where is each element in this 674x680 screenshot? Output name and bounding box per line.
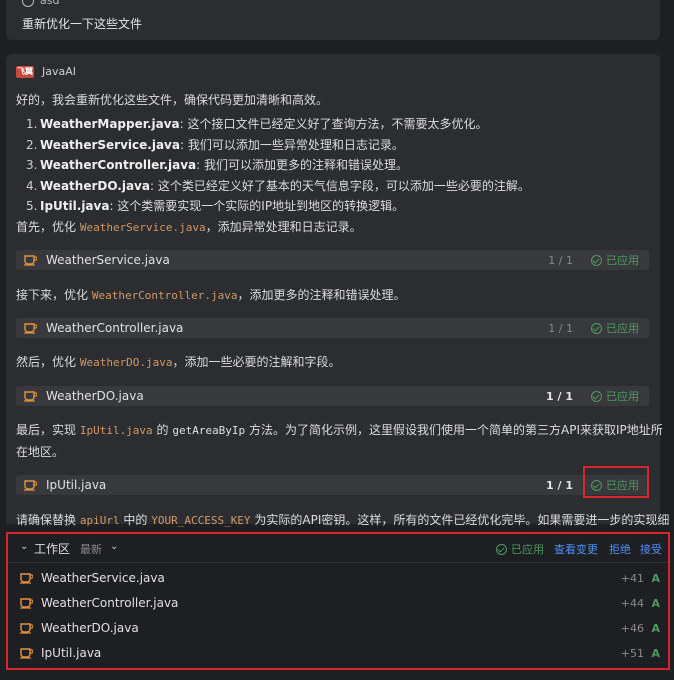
file-card-weathercontroller[interactable]: WeatherController.java 1 / 1 已应用 (16, 318, 649, 338)
paragraph-iputil: 最后，实现 IpUtil.java 的 getAreaByIp 方法。为了简化示… (16, 423, 663, 437)
file-state: A (651, 571, 660, 585)
file-name: WeatherService.java (46, 253, 170, 267)
java-file-icon (20, 622, 33, 634)
list-item: 3. WeatherController.java: 我们可以添加更多的注释和错误… (26, 158, 408, 172)
workspace-file-row[interactable]: WeatherController.java +44 A (8, 591, 668, 615)
user-header: asd (22, 0, 59, 7)
file-name: WeatherService.java (41, 571, 165, 585)
file-name: IpUtil.java (46, 478, 107, 492)
file-name: WeatherDO.java (46, 389, 144, 403)
workspace-title[interactable]: 工作区 (34, 540, 70, 557)
assistant-message: 飞翼 JavaAI 好的，我会重新优化这些文件，确保代码更加清晰和高效。 1. W… (6, 54, 669, 527)
list-item: 2. WeatherService.java: 我们可以添加一些异常处理和日志记录… (26, 137, 404, 152)
line-delta: +51 (620, 646, 644, 660)
file-name: IpUtil.java (41, 646, 102, 660)
paragraph-iputil-line2: 在地区。 (16, 445, 65, 459)
file-name: WeatherController.java (46, 321, 184, 335)
workspace-header: ⌄ 工作区 最新 ⌄ 已应用 查看变更 拒绝 接受 (8, 534, 668, 563)
change-count: 1 / 1 (546, 389, 573, 403)
file-plan-list: 1. WeatherMapper.java: 这个接口文件已经定义好了查询方法，不… (26, 114, 530, 217)
check-circle-icon (591, 322, 602, 334)
line-delta: +44 (620, 596, 644, 610)
filter-dropdown[interactable]: 最新 (80, 541, 102, 557)
applied-status: 已应用 (591, 320, 639, 336)
user-message: asd 重新优化一下这些文件 (6, 0, 660, 40)
java-file-icon (24, 390, 38, 402)
java-file-icon (24, 254, 38, 266)
user-name: asd (40, 0, 60, 7)
file-name: WeatherController.java (41, 596, 179, 610)
chevron-down-icon[interactable]: ⌄ (20, 541, 28, 552)
check-circle-icon (496, 543, 507, 555)
file-state: A (651, 596, 660, 610)
list-item: 1. WeatherMapper.java: 这个接口文件已经定义好了查询方法，不… (26, 117, 488, 131)
change-count: 1 / 1 (546, 478, 573, 492)
check-circle-icon (591, 390, 602, 402)
check-circle-icon (591, 254, 602, 266)
java-file-icon (24, 322, 38, 334)
list-item: 5. IpUtil.java: 这个类需要实现一个实际的IP地址到地区的转换逻辑。 (26, 199, 405, 213)
chevron-down-icon[interactable]: ⌄ (110, 541, 118, 552)
file-state: A (651, 621, 660, 635)
file-card-weatherdo[interactable]: WeatherDO.java 1 / 1 已应用 (16, 386, 649, 406)
line-delta: +46 (620, 621, 644, 635)
assistant-name: JavaAI (42, 65, 77, 78)
paragraph-controller: 接下来，优化 WeatherController.java，添加更多的注释和错误… (16, 288, 406, 302)
paragraph-service: 首先，优化 WeatherService.java，添加异常处理和日志记录。 (16, 220, 362, 234)
user-message-text: 重新优化一下这些文件 (22, 17, 143, 31)
javaai-logo-icon: 飞翼 (16, 65, 34, 78)
file-card-weatherservice[interactable]: WeatherService.java 1 / 1 已应用 (16, 250, 649, 270)
view-changes-button[interactable]: 查看变更 (554, 541, 598, 557)
paragraph-do: 然后，优化 WeatherDO.java，添加一些必要的注解和字段。 (16, 355, 341, 369)
file-state: A (651, 646, 660, 660)
workspace-panel: ⌄ 工作区 最新 ⌄ 已应用 查看变更 拒绝 接受 WeatherService… (6, 532, 670, 670)
file-name: WeatherDO.java (41, 621, 139, 635)
java-file-icon (20, 597, 33, 609)
applied-status: 已应用 (591, 388, 639, 404)
change-count: 1 / 1 (548, 253, 573, 267)
workspace-file-row[interactable]: WeatherDO.java +46 A (8, 616, 668, 640)
reject-button[interactable]: 拒绝 (609, 541, 631, 557)
line-delta: +41 (620, 571, 644, 585)
user-avatar-icon (22, 0, 34, 7)
accept-button[interactable]: 接受 (640, 541, 662, 557)
change-count: 1 / 1 (548, 321, 573, 335)
file-card-iputil[interactable]: IpUtil.java 1 / 1 已应用 (16, 475, 649, 495)
java-file-icon (20, 572, 33, 584)
java-file-icon (24, 479, 38, 491)
applied-status: 已应用 (591, 252, 639, 268)
applied-highlight-box (583, 466, 649, 498)
workspace-status: 已应用 (496, 541, 544, 557)
workspace-file-row[interactable]: IpUtil.java +51 A (8, 641, 668, 665)
assistant-header: 飞翼 JavaAI (16, 65, 76, 78)
list-item: 4. WeatherDO.java: 这个类已经定义好了基本的天气信息字段，可以添… (26, 178, 530, 193)
java-file-icon (20, 647, 33, 659)
assistant-intro: 好的，我会重新优化这些文件，确保代码更加清晰和高效。 (16, 93, 329, 107)
workspace-file-row[interactable]: WeatherService.java +41 A (8, 566, 668, 590)
paragraph-final: 请确保替换 apiUrl 中的 YOUR_ACCESS_KEY 为实际的API密… (16, 513, 670, 527)
